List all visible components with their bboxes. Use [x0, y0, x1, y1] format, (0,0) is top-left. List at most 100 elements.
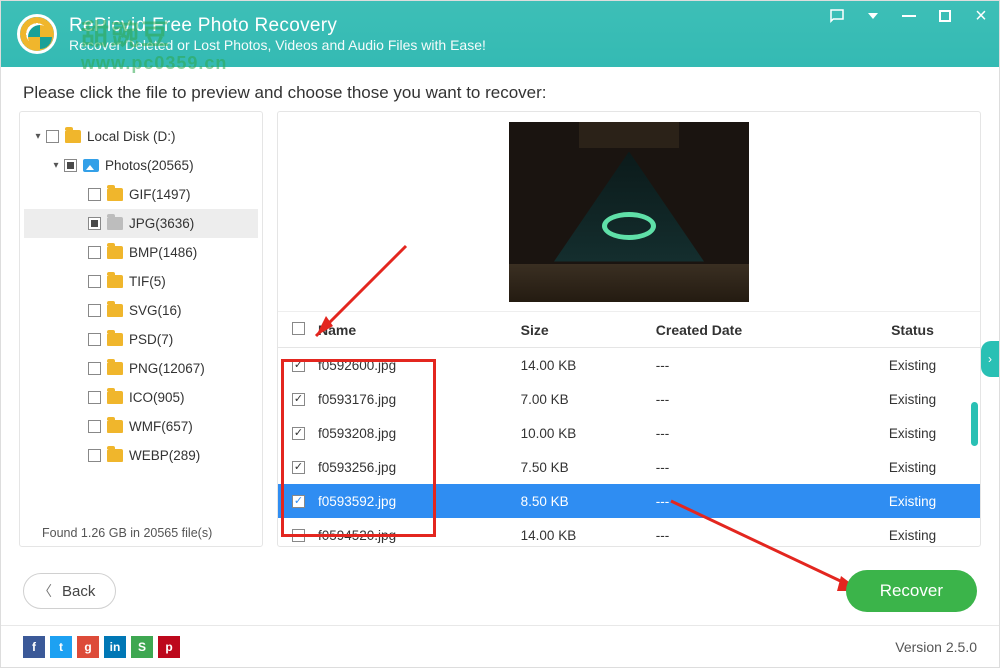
- cell-status: Existing: [845, 392, 980, 407]
- cell-name: f0593256.jpg: [318, 460, 521, 475]
- close-button[interactable]: ×: [963, 1, 999, 31]
- folder-icon: [107, 217, 123, 230]
- cell-date: ---: [656, 460, 845, 475]
- cell-name: f0594520.jpg: [318, 528, 521, 543]
- chevron-left-icon: 〈: [38, 581, 52, 601]
- tree-checkbox[interactable]: [88, 449, 101, 462]
- title-text: RePicvid Free Photo Recovery Recover Del…: [69, 15, 486, 53]
- back-button[interactable]: 〈Back: [23, 573, 116, 609]
- cell-name: f0593592.jpg: [318, 494, 521, 509]
- app-logo-icon: [17, 14, 57, 54]
- tree-item-label: GIF(1497): [129, 187, 191, 202]
- cell-size: 7.00 KB: [521, 392, 656, 407]
- tree-item[interactable]: GIF(1497): [24, 180, 258, 209]
- tree-checkbox[interactable]: [88, 420, 101, 433]
- social-button[interactable]: S: [131, 636, 153, 658]
- maximize-button[interactable]: [927, 1, 963, 31]
- column-date[interactable]: Created Date: [656, 322, 845, 338]
- cell-status: Existing: [845, 460, 980, 475]
- recover-button[interactable]: Recover: [846, 570, 977, 612]
- file-panel: Name Size Created Date Status f0592600.j…: [277, 111, 981, 547]
- tree-checkbox[interactable]: [88, 333, 101, 346]
- tree-item-label: PSD(7): [129, 332, 173, 347]
- tree-checkbox[interactable]: [88, 391, 101, 404]
- tree-checkbox[interactable]: [88, 188, 101, 201]
- row-checkbox[interactable]: [292, 359, 305, 372]
- column-size[interactable]: Size: [521, 322, 656, 338]
- table-row[interactable]: f0593176.jpg7.00 KB---Existing: [278, 382, 980, 416]
- cell-name: f0593208.jpg: [318, 426, 521, 441]
- tree-item[interactable]: PNG(12067): [24, 354, 258, 383]
- minimize-button[interactable]: [891, 1, 927, 31]
- tree-item[interactable]: ▾ Local Disk (D:): [24, 122, 258, 151]
- tree-item[interactable]: ▾Photos(20565): [24, 151, 258, 180]
- cell-date: ---: [656, 358, 845, 373]
- tree-checkbox[interactable]: [88, 362, 101, 375]
- photos-icon: [83, 159, 99, 172]
- folder-tree: ▾ Local Disk (D:) ▾Photos(20565) GIF(1497) J…: [24, 122, 258, 470]
- folder-icon: [107, 362, 123, 375]
- tree-item-label: WMF(657): [129, 419, 193, 434]
- cell-name: f0592600.jpg: [318, 358, 521, 373]
- tree-item-label: SVG(16): [129, 303, 182, 318]
- tree-checkbox[interactable]: [88, 304, 101, 317]
- folder-icon: [65, 130, 81, 143]
- footer: ftginSp Version 2.5.0: [1, 625, 999, 667]
- tree-item-label: Local Disk (D:): [87, 129, 176, 144]
- row-checkbox[interactable]: [292, 529, 305, 542]
- social-button[interactable]: f: [23, 636, 45, 658]
- tree-item-label: TIF(5): [129, 274, 166, 289]
- folder-icon: [107, 420, 123, 433]
- main-area: ▾ Local Disk (D:) ▾Photos(20565) GIF(1497) J…: [1, 111, 999, 547]
- table-row[interactable]: f0593208.jpg10.00 KB---Existing: [278, 416, 980, 450]
- social-buttons: ftginSp: [23, 636, 180, 658]
- file-list[interactable]: f0592600.jpg14.00 KB---Existingf0593176.…: [278, 348, 980, 546]
- tree-item[interactable]: SVG(16): [24, 296, 258, 325]
- row-checkbox[interactable]: [292, 495, 305, 508]
- side-expand-tab[interactable]: ›: [981, 341, 999, 377]
- cell-name: f0593176.jpg: [318, 392, 521, 407]
- column-name[interactable]: Name: [318, 322, 521, 338]
- table-row[interactable]: f0592600.jpg14.00 KB---Existing: [278, 348, 980, 382]
- row-checkbox[interactable]: [292, 393, 305, 406]
- tree-item[interactable]: PSD(7): [24, 325, 258, 354]
- row-checkbox[interactable]: [292, 461, 305, 474]
- tree-checkbox[interactable]: [88, 246, 101, 259]
- folder-tree-panel: ▾ Local Disk (D:) ▾Photos(20565) GIF(1497) J…: [19, 111, 263, 547]
- bottom-bar: 〈Back Recover: [1, 563, 999, 619]
- column-status[interactable]: Status: [845, 322, 980, 338]
- table-row[interactable]: f0593256.jpg7.50 KB---Existing: [278, 450, 980, 484]
- tree-item[interactable]: WEBP(289): [24, 441, 258, 470]
- tree-item-label: JPG(3636): [129, 216, 194, 231]
- row-checkbox[interactable]: [292, 427, 305, 440]
- tree-item[interactable]: BMP(1486): [24, 238, 258, 267]
- tree-item[interactable]: JPG(3636): [24, 209, 258, 238]
- cell-date: ---: [656, 528, 845, 543]
- dropdown-icon[interactable]: [855, 1, 891, 31]
- social-button[interactable]: p: [158, 636, 180, 658]
- select-all-checkbox[interactable]: [292, 322, 305, 335]
- tree-item[interactable]: WMF(657): [24, 412, 258, 441]
- app-subtitle: Recover Deleted or Lost Photos, Videos a…: [69, 37, 486, 53]
- table-row[interactable]: f0594520.jpg14.00 KB---Existing: [278, 518, 980, 546]
- cell-date: ---: [656, 392, 845, 407]
- table-header: Name Size Created Date Status: [278, 312, 980, 348]
- tree-toggle-icon[interactable]: ▾: [50, 160, 62, 171]
- tree-toggle-icon[interactable]: ▾: [32, 131, 44, 142]
- tree-checkbox[interactable]: [88, 275, 101, 288]
- social-button[interactable]: g: [77, 636, 99, 658]
- tree-checkbox[interactable]: [64, 159, 77, 172]
- social-button[interactable]: in: [104, 636, 126, 658]
- tree-item[interactable]: TIF(5): [24, 267, 258, 296]
- scrollbar-thumb[interactable]: [971, 402, 978, 446]
- feedback-icon[interactable]: [819, 1, 855, 31]
- table-row[interactable]: f0593592.jpg8.50 KB---Existing: [278, 484, 980, 518]
- folder-icon: [107, 188, 123, 201]
- cell-status: Existing: [845, 358, 980, 373]
- tree-checkbox[interactable]: [88, 217, 101, 230]
- folder-icon: [107, 333, 123, 346]
- cell-size: 8.50 KB: [521, 494, 656, 509]
- social-button[interactable]: t: [50, 636, 72, 658]
- tree-item[interactable]: ICO(905): [24, 383, 258, 412]
- tree-checkbox[interactable]: [46, 130, 59, 143]
